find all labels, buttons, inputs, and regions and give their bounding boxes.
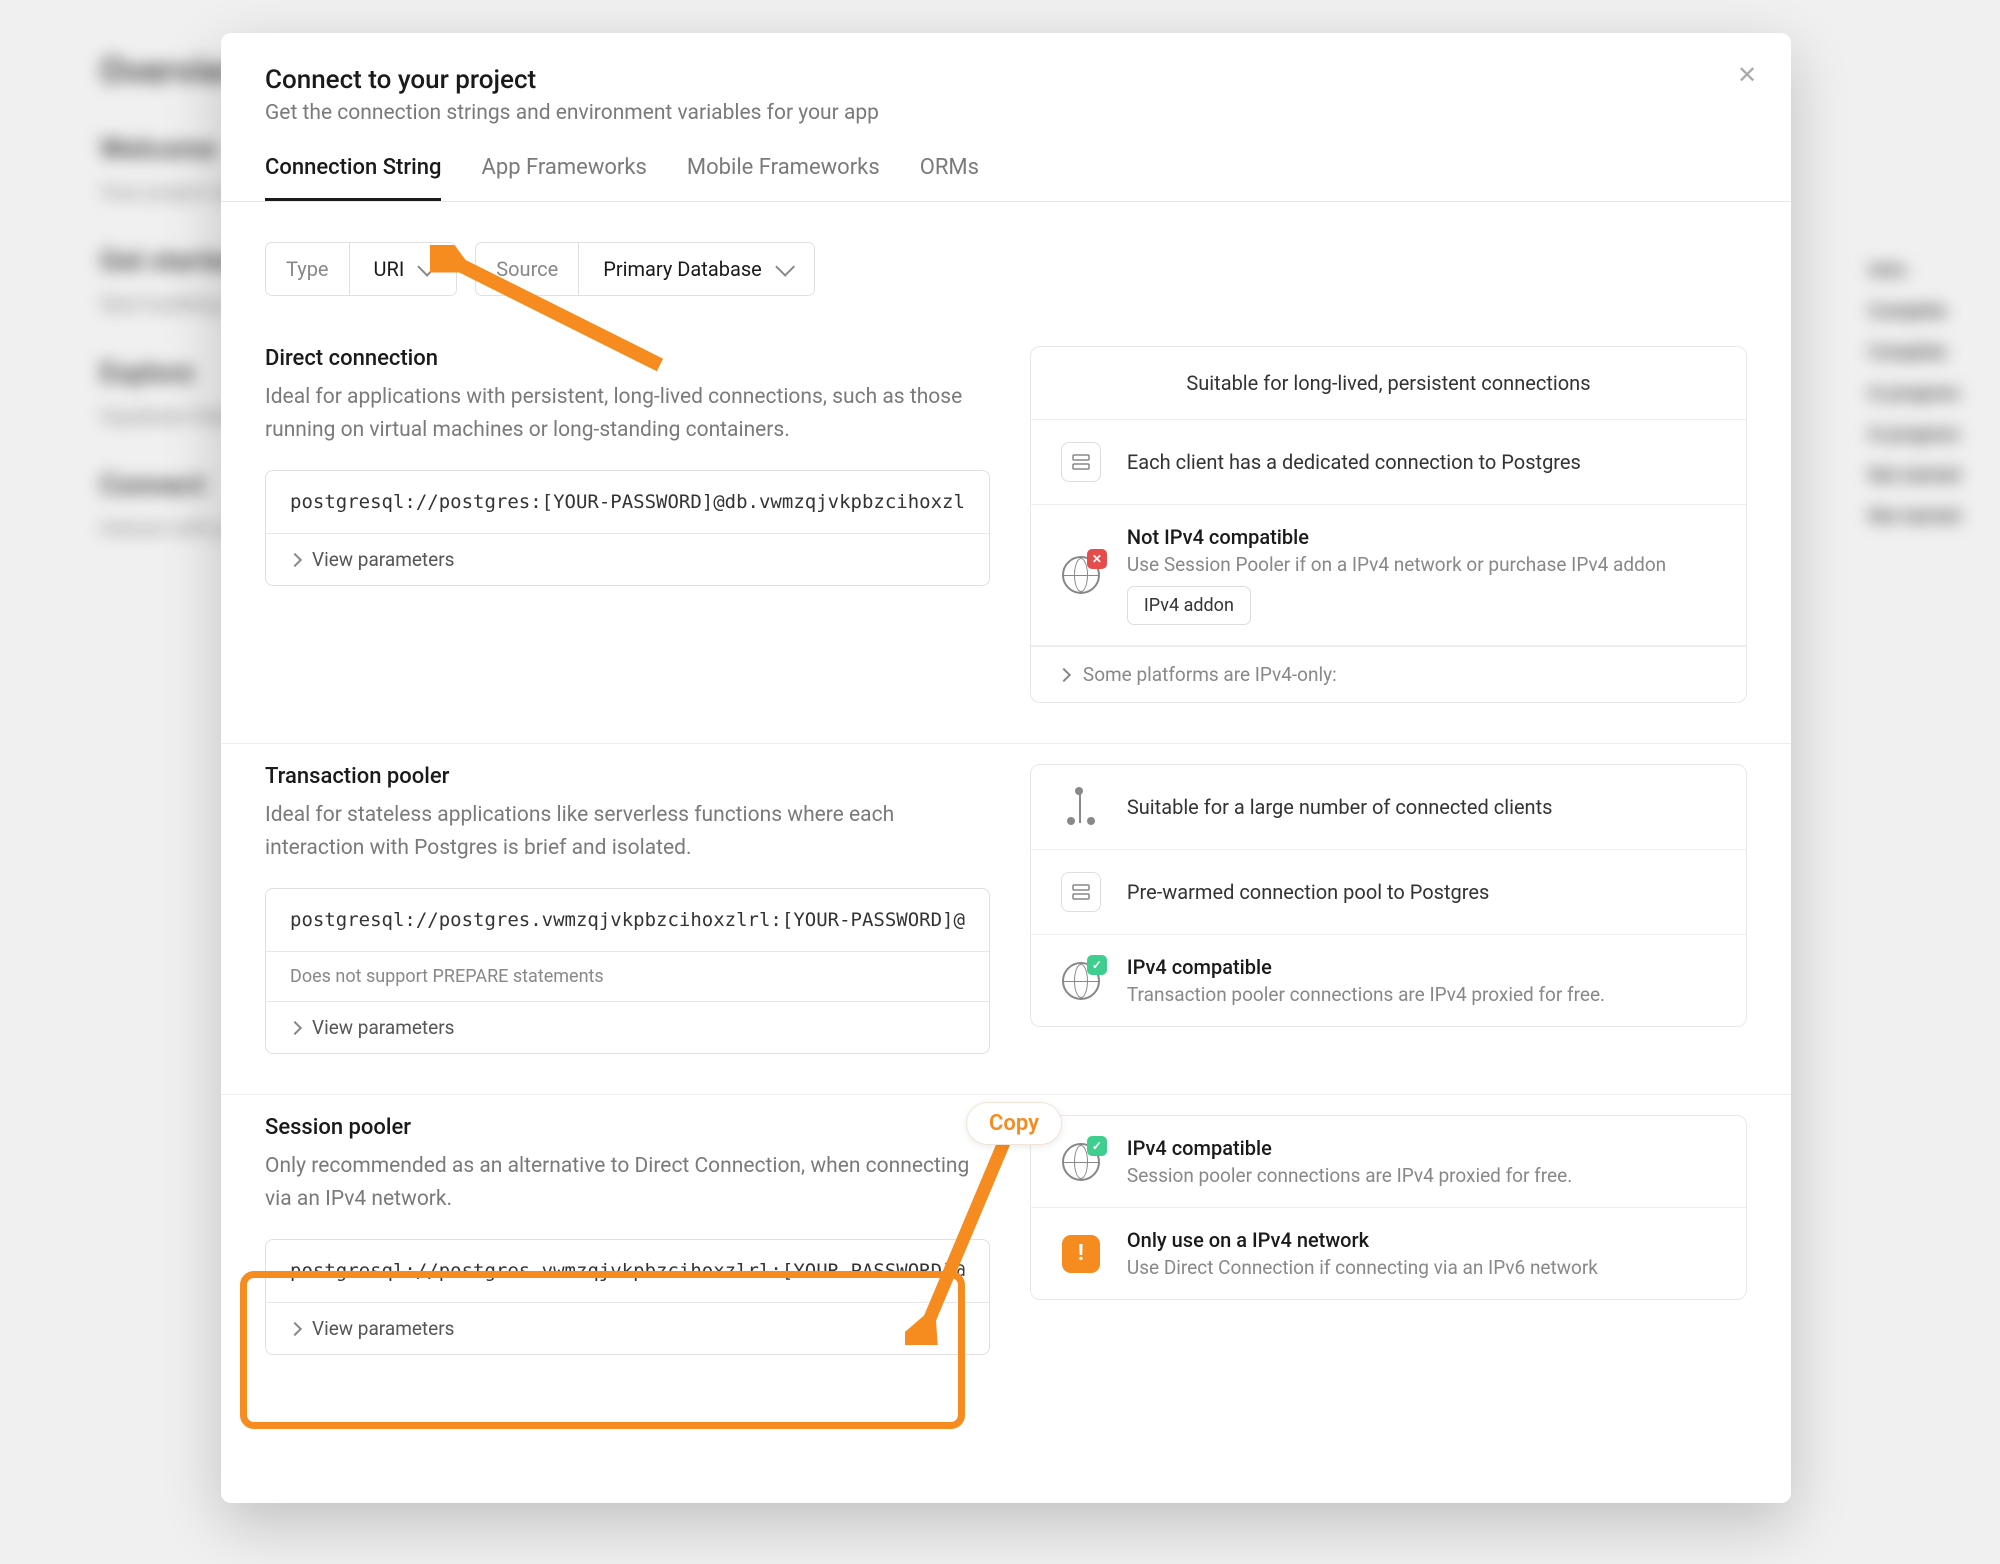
clients-icon [1061, 787, 1101, 827]
session-ipv4-sub: Session pooler connections are IPv4 prox… [1127, 1164, 1572, 1187]
close-button[interactable]: ✕ [1731, 59, 1763, 91]
chevron-down-icon [775, 257, 795, 277]
source-dropdown[interactable]: Primary Database [579, 243, 814, 295]
check-badge-icon: ✓ [1087, 955, 1107, 975]
session-desc: Only recommended as an alternative to Di… [265, 1150, 990, 1215]
type-selector: Type URI [265, 242, 457, 296]
ipv4-addon-button[interactable]: IPv4 addon [1127, 586, 1251, 625]
transaction-ipv4-title: IPv4 compatible [1127, 955, 1605, 979]
direct-info-suitable: Suitable for long-lived, persistent conn… [1186, 371, 1590, 395]
direct-title: Direct connection [265, 346, 990, 371]
type-label: Type [266, 243, 350, 295]
check-badge-icon: ✓ [1087, 1136, 1107, 1156]
session-ipv4-title: IPv4 compatible [1127, 1136, 1572, 1160]
tabs: Connection String App Frameworks Mobile … [221, 155, 1791, 202]
warning-icon: ! [1062, 1235, 1100, 1273]
transaction-note: Does not support PREPARE statements [266, 952, 989, 1002]
platforms-expand[interactable]: Some platforms are IPv4-only: [1031, 646, 1746, 702]
source-selector: Source Primary Database [475, 242, 815, 296]
type-dropdown[interactable]: URI [350, 243, 457, 295]
modal-title: Connect to your project [265, 65, 1747, 95]
chevron-right-icon [288, 553, 302, 567]
session-connection-string[interactable]: postgresql://postgres.vwmzqjvkpbzcihoxzl… [266, 1240, 989, 1303]
tab-mobile-frameworks[interactable]: Mobile Frameworks [687, 155, 880, 201]
direct-view-parameters[interactable]: View parameters [266, 534, 989, 585]
direct-connection-section: Direct connection Ideal for applications… [221, 326, 1791, 744]
transaction-connection-string-box: postgresql://postgres.vwmzqjvkpbzcihoxzl… [265, 888, 990, 1054]
x-badge-icon: ✕ [1087, 549, 1107, 569]
source-label: Source [476, 243, 579, 295]
chevron-right-icon [1057, 667, 1071, 681]
transaction-info-clients: Suitable for a large number of connected… [1127, 795, 1553, 819]
transaction-info-card: Suitable for a large number of connected… [1030, 764, 1747, 1027]
direct-connection-string[interactable]: postgresql://postgres:[YOUR-PASSWORD]@db… [266, 471, 989, 534]
direct-info-card: Suitable for long-lived, persistent conn… [1030, 346, 1747, 703]
transaction-title: Transaction pooler [265, 764, 990, 789]
database-icon [1061, 442, 1101, 482]
modal-subtitle: Get the connection strings and environme… [265, 101, 1747, 125]
direct-connection-string-box: postgresql://postgres:[YOUR-PASSWORD]@db… [265, 470, 990, 586]
chevron-down-icon [417, 257, 437, 277]
session-info-card: ✓ IPv4 compatible Session pooler connect… [1030, 1115, 1747, 1300]
copy-annotation-label: Copy [966, 1102, 1062, 1145]
tab-app-frameworks[interactable]: App Frameworks [481, 155, 646, 201]
session-ipv4only-title: Only use on a IPv4 network [1127, 1228, 1598, 1252]
database-icon [1061, 872, 1101, 912]
session-ipv4only-sub: Use Direct Connection if connecting via … [1127, 1256, 1598, 1279]
direct-desc: Ideal for applications with persistent, … [265, 381, 990, 446]
direct-info-dedicated: Each client has a dedicated connection t… [1127, 450, 1581, 474]
transaction-ipv4-sub: Transaction pooler connections are IPv4 … [1127, 983, 1605, 1006]
transaction-pooler-section: Transaction pooler Ideal for stateless a… [221, 744, 1791, 1095]
session-title: Session pooler [265, 1115, 990, 1140]
transaction-info-pool: Pre-warmed connection pool to Postgres [1127, 880, 1489, 904]
transaction-view-parameters[interactable]: View parameters [266, 1002, 989, 1053]
tab-orms[interactable]: ORMs [920, 155, 979, 201]
direct-ipv4-title: Not IPv4 compatible [1127, 525, 1666, 549]
transaction-desc: Ideal for stateless applications like se… [265, 799, 990, 864]
session-connection-string-box: postgresql://postgres.vwmzqjvkpbzcihoxzl… [265, 1239, 990, 1355]
chevron-right-icon [288, 1021, 302, 1035]
chevron-right-icon [288, 1322, 302, 1336]
tab-connection-string[interactable]: Connection String [265, 155, 441, 201]
connect-modal: ✕ Connect to your project Get the connec… [221, 33, 1791, 1503]
session-view-parameters[interactable]: View parameters [266, 1303, 989, 1354]
direct-ipv4-sub: Use Session Pooler if on a IPv4 network … [1127, 553, 1666, 576]
transaction-connection-string[interactable]: postgresql://postgres.vwmzqjvkpbzcihoxzl… [266, 889, 989, 952]
